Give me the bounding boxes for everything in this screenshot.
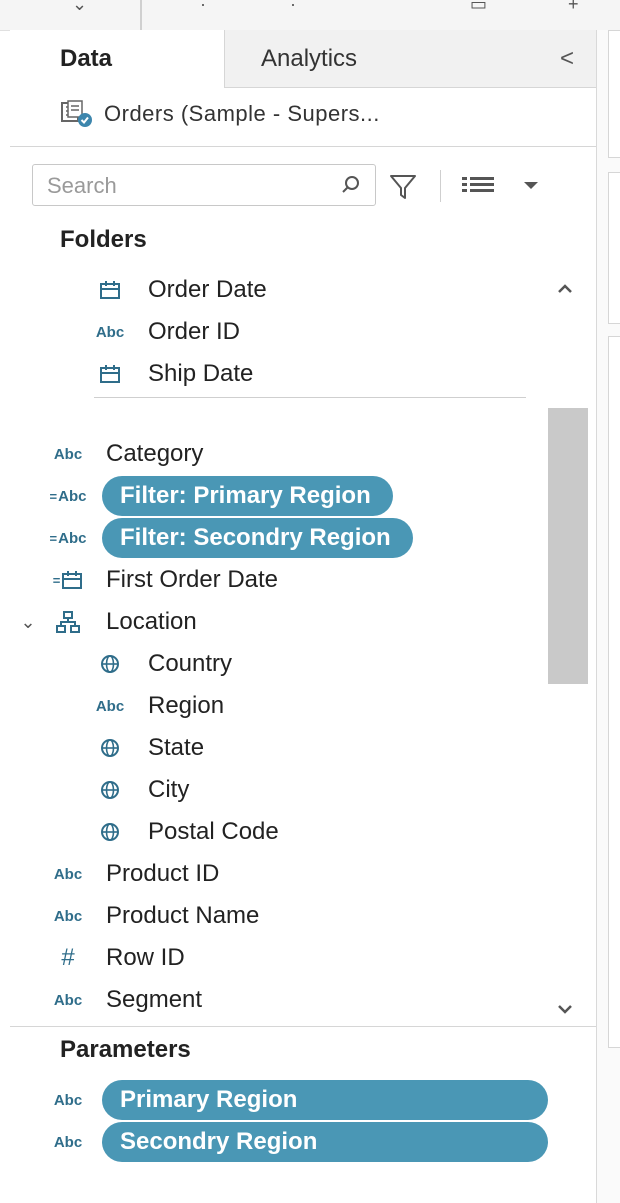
field-label: Location [106, 608, 197, 635]
data-pane: Data Analytics < Orders (Sample - Supers… [10, 30, 597, 1203]
search-toolbar [32, 164, 572, 208]
field-label: Postal Code [148, 818, 279, 845]
field-label: Product Name [106, 902, 260, 929]
hierarchy-icon [38, 611, 98, 633]
field-label: Order Date [148, 276, 267, 303]
field-list: Order Date Abc Order ID Ship Date Abc Ca… [10, 262, 596, 1030]
field-label: State [148, 734, 205, 761]
parameter-secondry-region[interactable]: Abc Secondry Region [38, 1122, 548, 1162]
number-icon: # [61, 944, 75, 971]
parameter-primary-region[interactable]: Abc Primary Region [38, 1080, 548, 1120]
field-segment[interactable]: Abc Segment [38, 980, 202, 1020]
field-label: Row ID [106, 944, 185, 971]
section-folders: Folders [60, 226, 147, 253]
collapse-pane-icon[interactable]: < [560, 30, 574, 88]
abc-icon: Abc [53, 991, 83, 1009]
datasource-row[interactable]: Orders (Sample - Supers... [60, 94, 380, 134]
scroll-up-icon[interactable] [554, 278, 576, 300]
canvas-edge [596, 30, 620, 1203]
tab-analytics[interactable]: Analytics < [224, 30, 596, 88]
toolbar-datasource-icon[interactable]: ▭ [470, 0, 487, 15]
field-first-order-date[interactable]: = First Order Date [38, 560, 278, 600]
field-label: Filter: Secondry Region [102, 518, 413, 558]
field-order-id[interactable]: Abc Order ID [80, 312, 240, 352]
section-parameters: Parameters [60, 1036, 191, 1063]
field-region[interactable]: Abc Region [80, 686, 224, 726]
abc-icon: Abc [95, 697, 125, 715]
field-city[interactable]: City [80, 770, 189, 810]
field-label: Order ID [148, 318, 241, 345]
calendar-icon [80, 280, 140, 300]
globe-icon [80, 821, 140, 843]
field-filter-secondry-region[interactable]: = Abc Filter: Secondry Region [38, 518, 413, 558]
field-label: Category [106, 440, 204, 467]
globe-icon [80, 653, 140, 675]
calendar-icon [80, 364, 140, 384]
globe-icon [80, 737, 140, 759]
filter-icon[interactable] [388, 172, 418, 202]
globe-icon [80, 779, 140, 801]
datasource-icon [61, 100, 92, 127]
abc-icon: Abc [95, 323, 125, 341]
search-icon[interactable] [339, 173, 363, 197]
field-label: Country [148, 650, 233, 677]
divider [10, 146, 596, 147]
abc-icon: Abc [53, 445, 83, 463]
calc-abc-icon: = Abc [49, 529, 87, 547]
search-input[interactable] [45, 171, 329, 201]
field-product-name[interactable]: Abc Product Name [38, 896, 260, 936]
field-postal-code[interactable]: Postal Code [80, 812, 279, 852]
scroll-down-icon[interactable] [554, 998, 576, 1020]
toolbar-separator [440, 170, 441, 202]
field-label: Ship Date [148, 360, 254, 387]
abc-icon: Abc [53, 1091, 83, 1109]
parameter-label: Secondry Region [102, 1122, 548, 1162]
field-category[interactable]: Abc Category [38, 434, 204, 474]
shelf-box [608, 172, 620, 324]
calc-abc-icon: = Abc [49, 487, 87, 505]
toolbar-separator [140, 0, 142, 30]
toolbar-add-icon[interactable]: + [568, 0, 579, 15]
scrollbar-thumb[interactable] [548, 408, 588, 684]
abc-icon: Abc [53, 865, 83, 883]
field-label: Region [148, 692, 225, 719]
field-filter-primary-region[interactable]: = Abc Filter: Primary Region [38, 476, 393, 516]
search-field[interactable] [32, 164, 376, 206]
view-list-icon[interactable] [460, 174, 496, 196]
divider [10, 1026, 596, 1027]
field-label: Segment [106, 986, 203, 1013]
abc-icon: Abc [53, 1133, 83, 1151]
field-state[interactable]: State [80, 728, 204, 768]
tab-analytics-label: Analytics [261, 45, 358, 72]
field-label: City [148, 776, 190, 803]
field-label: Product ID [106, 860, 220, 887]
calc-calendar-icon: = [38, 570, 98, 590]
toolbar-redo-icon[interactable]: · [290, 0, 296, 15]
field-location[interactable]: ⌄ Location [18, 602, 197, 642]
field-label: First Order Date [106, 566, 279, 593]
top-toolbar: ⌄ · · ▭ + [0, 0, 620, 31]
chevron-down-icon[interactable]: ⌄ [18, 612, 38, 633]
chevron-down-icon[interactable] [520, 174, 542, 196]
folder-divider [94, 397, 526, 398]
pane-tabs: Data Analytics < [10, 30, 596, 88]
field-product-id[interactable]: Abc Product ID [38, 854, 220, 894]
field-country[interactable]: Country [80, 644, 232, 684]
tab-data[interactable]: Data [10, 30, 224, 88]
shelf-box [608, 336, 620, 1048]
datasource-name: Orders (Sample - Supers... [104, 101, 380, 126]
field-order-date[interactable]: Order Date [80, 270, 267, 310]
parameter-label: Primary Region [102, 1080, 548, 1120]
field-row-id[interactable]: # Row ID [38, 938, 185, 978]
parameter-list: Abc Primary Region Abc Secondry Region [10, 1080, 596, 1190]
toolbar-arrow-icon[interactable]: ⌄ [72, 0, 87, 15]
toolbar-undo-icon[interactable]: · [200, 0, 206, 15]
shelf-box [608, 30, 620, 158]
field-label: Filter: Primary Region [102, 476, 393, 516]
field-ship-date[interactable]: Ship Date [80, 354, 253, 394]
abc-icon: Abc [53, 907, 83, 925]
